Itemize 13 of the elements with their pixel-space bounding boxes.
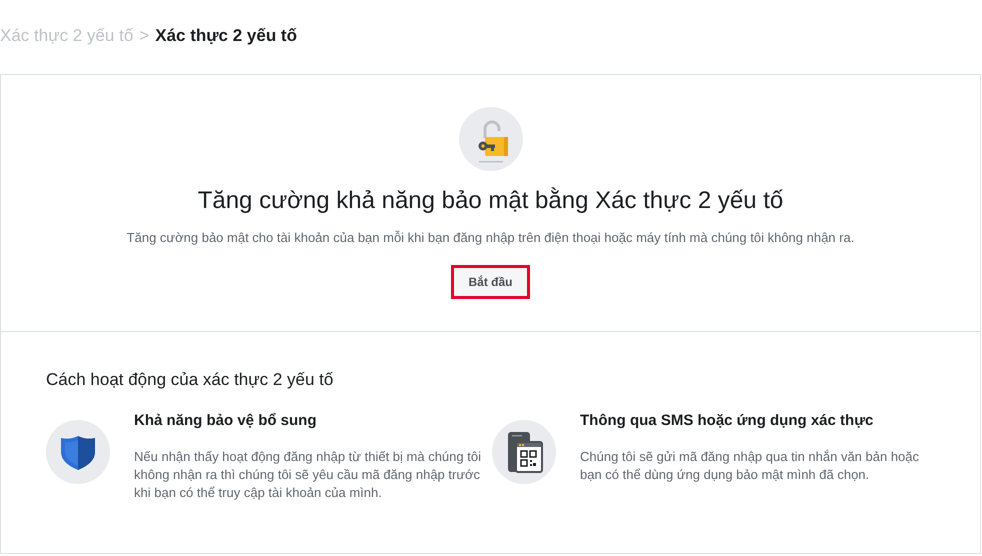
padlock-key-icon <box>458 107 522 171</box>
breadcrumb-current: Xác thực 2 yếu tố <box>155 25 297 48</box>
phone-qr-code-icon <box>492 420 556 484</box>
feature-title: Thông qua SMS hoặc ứng dụng xác thực <box>580 410 874 430</box>
hero-description: Tăng cường bảo mật cho tài khoản của bạn mỗi khi bạn đăng nhập trên điện thoại hoặc máy tính mà chúng tôi không nhận ra. <box>126 229 854 247</box>
start-button[interactable]: Bắt đầu <box>451 264 530 298</box>
feature-title: Khả năng bảo vệ bổ sung <box>134 410 318 430</box>
feature-description: Nếu nhận thấy hoạt động đăng nhập từ thiết bị mà chúng tôi không nhận ra thì chúng tôi sẽ yêu cầu mã đăng nhập trước khi bạn có thể truy cập tài khoản của mình. <box>134 448 482 502</box>
shield-icon <box>46 420 110 484</box>
breadcrumb-separator: > <box>139 25 150 48</box>
hero-title: Tăng cường khả năng bảo mật bằng Xác thực 2 yếu tố <box>198 186 784 216</box>
feature-description: Chúng tôi sẽ gửi mã đăng nhập qua tin nhắn văn bản hoặc bạn có thể dùng ứng dụng bảo mật mình đã chọn. <box>580 448 920 484</box>
section-heading: Cách hoạt động của xác thực 2 yếu tố <box>46 369 334 391</box>
